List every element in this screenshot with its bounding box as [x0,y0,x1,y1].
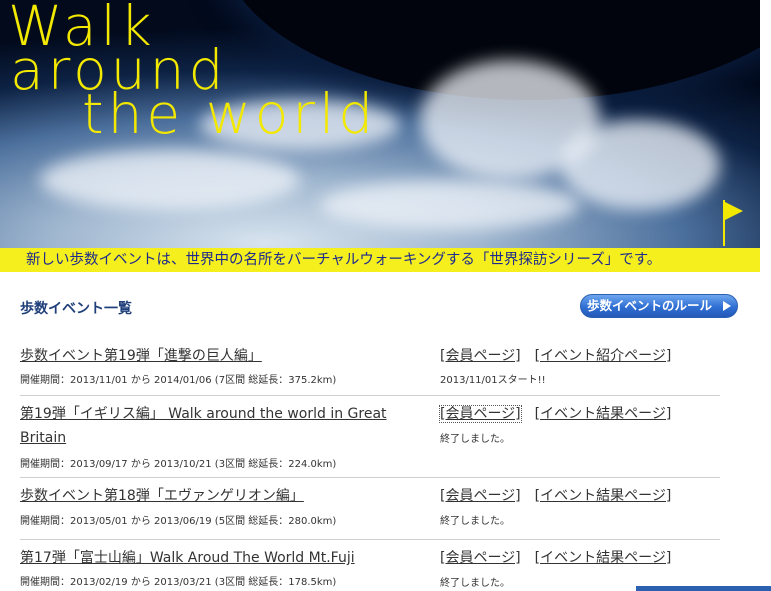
event-period: 開催期間：2013/09/17 から 2013/10/21 (3区間 総延長：2… [20,459,337,470]
event-title-link[interactable]: 第17弾「富士山編」Walk Aroud The World Mt.Fuji [20,546,440,570]
section-title: 歩数イベント一覧 [20,301,132,317]
event-title-link[interactable]: 歩数イベント第18弾「エヴァンゲリオン編」 [20,484,425,508]
member-page-link[interactable]: [会員ページ] [440,550,521,566]
event-period: 開催期間：2013/02/19 から 2013/03/21 (3区間 総延長：1… [20,577,337,588]
member-page-link[interactable]: [会員ページ] [440,348,521,364]
hero-banner: Walk around the world [0,0,760,270]
event-title-link[interactable]: 第19弾「イギリス編」 Walk around the world in Gre… [20,402,425,450]
play-arrow-icon [723,301,731,311]
event-result-link[interactable]: [イベント結果ページ] [535,406,672,422]
event-status: 終了しました。 [440,434,510,445]
cloud-decoration [320,180,580,230]
event-status: 終了しました。 [440,516,510,527]
event-links: [会員ページ] [イベント結果ページ] [440,546,685,570]
page-edge-bar [636,586,771,591]
flag-icon [720,200,750,248]
cloud-decoration [560,120,720,210]
event-info-link[interactable]: [イベント紹介ページ] [535,348,672,364]
rules-button-label: 歩数イベントのルール [587,298,713,313]
banner-title: Walk around the world [8,0,428,142]
event-links: [会員ページ] [イベント紹介ページ] [440,344,685,368]
event-row: 第19弾「イギリス編」 Walk around the world in Gre… [20,396,720,478]
rules-button[interactable]: 歩数イベントのルール [580,294,738,318]
event-period: 開催期間：2013/11/01 から 2014/01/06 (7区間 総延長：3… [20,375,337,386]
event-title-link[interactable]: 歩数イベント第19弾「進撃の巨人編」 [20,344,425,368]
banner-tagline: 新しい歩数イベントは、世界中の名所をバーチャルウォーキングする「世界探訪シリーズ… [0,248,760,272]
event-row: 歩数イベント第19弾「進撃の巨人編」 開催期間：2013/11/01 から 20… [20,338,720,396]
event-period: 開催期間：2013/05/01 から 2013/06/19 (5区間 総延長：2… [20,516,337,527]
event-status: 終了しました。 [440,578,510,589]
event-links: [会員ページ] [イベント結果ページ] [440,484,685,508]
event-row: 第17弾「富士山編」Walk Aroud The World Mt.Fuji 開… [20,540,720,591]
event-list: 歩数イベント第19弾「進撃の巨人編」 開催期間：2013/11/01 から 20… [20,338,720,591]
event-result-link[interactable]: [イベント結果ページ] [535,488,672,504]
member-page-link[interactable]: [会員ページ] [439,405,522,423]
event-links: [会員ページ] [イベント結果ページ] [439,402,685,426]
member-page-link[interactable]: [会員ページ] [440,488,521,504]
event-result-link[interactable]: [イベント結果ページ] [535,550,672,566]
cloud-decoration [40,150,300,210]
event-row: 歩数イベント第18弾「エヴァンゲリオン編」 開催期間：2013/05/01 から… [20,478,720,540]
banner-edge [760,0,771,272]
event-status: 2013/11/01スタート!! [440,375,546,386]
